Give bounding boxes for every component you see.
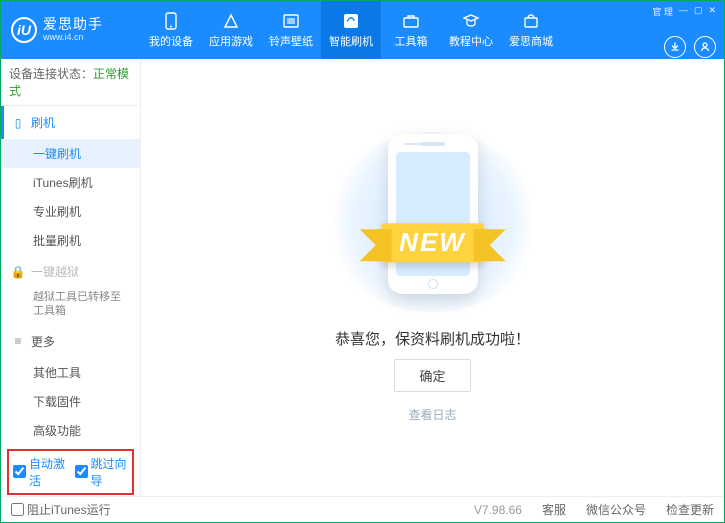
- view-log-link[interactable]: 查看日志: [408, 406, 456, 423]
- wechat-link[interactable]: 微信公众号: [586, 501, 646, 518]
- store-icon: [522, 12, 540, 30]
- nav-ringtone[interactable]: 铃声壁纸: [261, 1, 321, 59]
- lock-icon: 🔒: [11, 265, 25, 279]
- apps-icon: [222, 12, 240, 30]
- auto-activate-label: 自动激活: [29, 455, 67, 489]
- vip-text[interactable]: 官 理: [652, 5, 673, 18]
- nav-label: 教程中心: [449, 33, 493, 49]
- header: iU 爱思助手 www.i4.cn 我的设备 应用游戏 铃声壁纸 智能刷机: [1, 1, 724, 59]
- conn-label: 设备连接状态：: [9, 67, 93, 81]
- footer: 阻止iTunes运行 V7.98.66 客服 微信公众号 检查更新: [1, 496, 724, 522]
- skip-guide-label: 跳过向导: [91, 455, 129, 489]
- content: NEW 恭喜您，保资料刷机成功啦！ 确定 查看日志: [141, 59, 724, 496]
- minimize-icon[interactable]: —: [679, 5, 688, 18]
- sidebar-head-flash[interactable]: ▯ 刷机: [1, 106, 140, 139]
- connection-status: 设备连接状态：正常模式: [1, 59, 140, 106]
- success-illustration: NEW: [323, 132, 543, 312]
- version-text: V7.98.66: [474, 503, 522, 517]
- window-controls: 官 理 — ▢ ✕: [652, 5, 716, 18]
- header-right: 官 理 — ▢ ✕: [652, 1, 724, 59]
- sidebar-item-other-tools[interactable]: 其他工具: [1, 358, 140, 387]
- brand-text: 爱思助手 www.i4.cn: [43, 17, 103, 42]
- close-icon[interactable]: ✕: [708, 5, 716, 18]
- brand-logo-icon: iU: [11, 17, 37, 43]
- auto-activate-checkbox[interactable]: 自动激活: [13, 455, 67, 489]
- body: 设备连接状态：正常模式 ▯ 刷机 一键刷机 iTunes刷机 专业刷机 批量刷机…: [1, 59, 724, 496]
- top-nav: 我的设备 应用游戏 铃声壁纸 智能刷机 工具箱 教程中心: [141, 1, 652, 59]
- nav-toolbox[interactable]: 工具箱: [381, 1, 441, 59]
- brand-url: www.i4.cn: [43, 33, 103, 43]
- nav-flash[interactable]: 智能刷机: [321, 1, 381, 59]
- section-label: 更多: [31, 333, 55, 350]
- auto-activate-input[interactable]: [13, 465, 26, 478]
- nav-label: 智能刷机: [329, 33, 373, 49]
- checkbox-row: 自动激活 跳过向导: [7, 449, 134, 495]
- nav-apps[interactable]: 应用游戏: [201, 1, 261, 59]
- ok-button[interactable]: 确定: [394, 359, 470, 392]
- more-icon: ≡: [11, 334, 25, 348]
- section-label: 一键越狱: [31, 263, 79, 280]
- ribbon-text: NEW: [381, 223, 484, 262]
- sidebar-item-download-fw[interactable]: 下载固件: [1, 387, 140, 416]
- section-label: 刷机: [31, 114, 55, 131]
- nav-tutorial[interactable]: 教程中心: [441, 1, 501, 59]
- wallpaper-icon: [282, 12, 300, 30]
- sidebar-item-advanced[interactable]: 高级功能: [1, 416, 140, 445]
- block-itunes-label: 阻止iTunes运行: [27, 501, 111, 518]
- download-button[interactable]: [664, 36, 686, 58]
- app-window: iU 爱思助手 www.i4.cn 我的设备 应用游戏 铃声壁纸 智能刷机: [0, 0, 725, 523]
- sidebar-item-batch-flash[interactable]: 批量刷机: [1, 226, 140, 255]
- support-link[interactable]: 客服: [542, 501, 566, 518]
- phone-small-icon: ▯: [11, 116, 25, 130]
- nav-label: 应用游戏: [209, 33, 253, 49]
- toolbox-icon: [402, 12, 420, 30]
- sidebar: 设备连接状态：正常模式 ▯ 刷机 一键刷机 iTunes刷机 专业刷机 批量刷机…: [1, 59, 141, 496]
- sidebar-item-pro-flash[interactable]: 专业刷机: [1, 197, 140, 226]
- new-ribbon: NEW: [381, 223, 484, 262]
- sidebar-head-jailbreak: 🔒 一键越狱: [1, 255, 140, 288]
- block-itunes-checkbox[interactable]: 阻止iTunes运行: [11, 501, 111, 518]
- skip-guide-checkbox[interactable]: 跳过向导: [75, 455, 129, 489]
- nav-label: 我的设备: [149, 33, 193, 49]
- more-items: 其他工具 下载固件 高级功能: [1, 358, 140, 445]
- sidebar-item-oneclick-flash[interactable]: 一键刷机: [1, 139, 140, 168]
- sidebar-head-more[interactable]: ≡ 更多: [1, 325, 140, 358]
- block-itunes-input[interactable]: [11, 503, 24, 516]
- jailbreak-note: 越狱工具已转移至工具箱: [1, 288, 140, 325]
- nav-label: 爱思商城: [509, 33, 553, 49]
- brand: iU 爱思助手 www.i4.cn: [1, 1, 141, 59]
- success-text: 恭喜您，保资料刷机成功啦！: [335, 328, 530, 349]
- user-button[interactable]: [694, 36, 716, 58]
- nav-label: 工具箱: [395, 33, 428, 49]
- tutorial-icon: [462, 12, 480, 30]
- phone-icon: [162, 12, 180, 30]
- nav-my-device[interactable]: 我的设备: [141, 1, 201, 59]
- check-update-link[interactable]: 检查更新: [666, 501, 714, 518]
- flash-items: 一键刷机 iTunes刷机 专业刷机 批量刷机: [1, 139, 140, 255]
- brand-title: 爱思助手: [43, 17, 103, 32]
- maximize-icon[interactable]: ▢: [694, 5, 703, 18]
- sidebar-item-itunes-flash[interactable]: iTunes刷机: [1, 168, 140, 197]
- flash-icon: [342, 12, 360, 30]
- phone-illustration-icon: [388, 134, 478, 294]
- skip-guide-input[interactable]: [75, 465, 88, 478]
- nav-label: 铃声壁纸: [269, 33, 313, 49]
- nav-store[interactable]: 爱思商城: [501, 1, 561, 59]
